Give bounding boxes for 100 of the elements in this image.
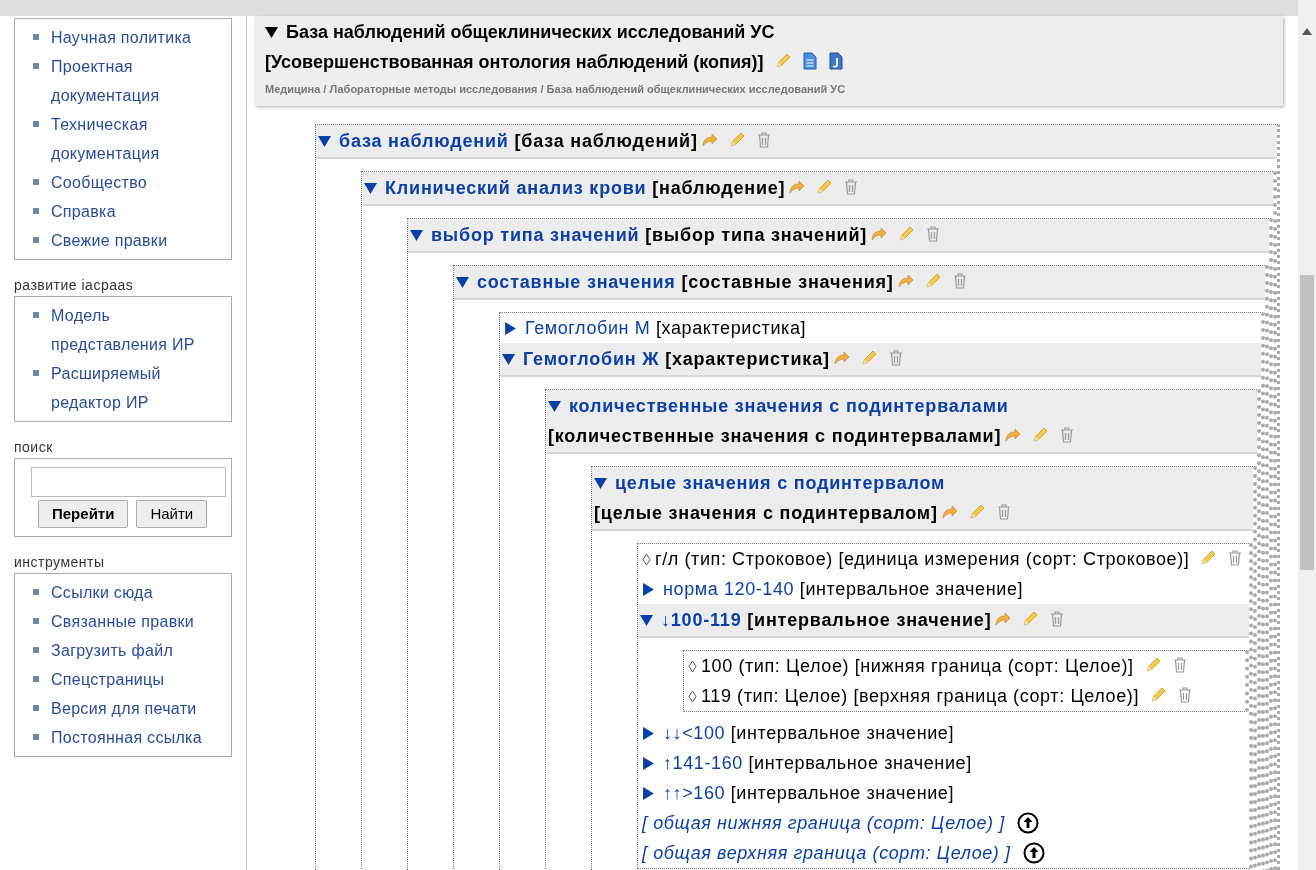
pencil-icon[interactable] — [815, 177, 834, 196]
bullet-icon — [33, 237, 39, 243]
bullet-icon — [33, 647, 39, 653]
up-arrow-circle-icon[interactable] — [1016, 811, 1039, 834]
reference-link[interactable]: [ общая нижняя граница (сорт: Целое) ] — [642, 812, 1005, 833]
expand-triangle-icon[interactable] — [504, 321, 517, 335]
pencil-icon[interactable] — [859, 348, 878, 367]
sidebar-link[interactable]: Спецстраницы — [51, 665, 165, 694]
node-link[interactable]: ↓100-119 — [661, 609, 742, 630]
node-link[interactable]: Гемоглобин Ж — [523, 348, 660, 369]
collapse-triangle-icon[interactable] — [548, 399, 561, 413]
document-icon[interactable] — [801, 52, 818, 70]
sidebar-link[interactable]: Расширяемый редактор ИР — [51, 359, 223, 417]
up-arrow-circle-icon[interactable] — [1022, 841, 1045, 864]
scroll-up-icon[interactable] — [1302, 27, 1312, 35]
trash-icon[interactable] — [843, 177, 860, 196]
collapse-triangle-icon[interactable] — [502, 352, 515, 366]
node-link[interactable]: ↑↑>160 — [663, 782, 726, 803]
pencil-icon[interactable] — [727, 130, 746, 149]
pencil-icon[interactable] — [1031, 425, 1050, 444]
node-type: [составные значения] — [681, 271, 894, 292]
node-link[interactable]: выбор типа значений — [431, 224, 640, 245]
sidebar-link[interactable]: Проектная документация — [51, 52, 223, 110]
trash-icon[interactable] — [1177, 685, 1194, 704]
node-link[interactable]: норма 120-140 — [663, 578, 795, 599]
bullet-icon — [33, 179, 39, 185]
node-link[interactable]: ↑141-160 — [663, 752, 743, 773]
collapse-triangle-icon[interactable] — [456, 275, 469, 289]
pencil-icon[interactable] — [773, 52, 792, 70]
node-type: [интервальное значение] — [748, 752, 972, 773]
node-link[interactable]: составные значения — [477, 271, 676, 292]
sidebar-link[interactable]: Модель представления ИР — [51, 301, 223, 359]
bullet-icon — [33, 370, 39, 376]
collapse-triangle-icon[interactable] — [640, 613, 653, 627]
trash-icon[interactable] — [1171, 655, 1188, 674]
bullet-icon — [33, 63, 39, 69]
bullet-icon — [33, 121, 39, 127]
sidebar-link[interactable]: Научная политика — [51, 23, 192, 52]
collapse-triangle-icon[interactable] — [318, 134, 331, 148]
expand-triangle-icon[interactable] — [642, 582, 655, 596]
bullet-icon — [33, 34, 39, 40]
collapse-triangle-icon[interactable] — [265, 26, 278, 39]
node-type: [интервальное значение] — [799, 578, 1024, 599]
trash-icon[interactable] — [1059, 425, 1076, 444]
sidebar-link[interactable]: Справка — [51, 197, 116, 226]
node-link[interactable]: Гемоглобин М — [525, 317, 651, 338]
pencil-icon[interactable] — [1021, 609, 1040, 628]
reference-link[interactable]: [ общая верхняя граница (сорт: Целое) ] — [642, 842, 1011, 863]
node-type: [интервальное значение] — [730, 782, 955, 803]
scrollbar-thumb[interactable] — [1300, 275, 1314, 570]
breadcrumb: Медицина / Лабораторные методы исследования / База наблюдений общеклинических исследований УС — [265, 82, 847, 97]
bullet-icon — [33, 208, 39, 214]
diamond-icon — [688, 659, 697, 673]
pencil-icon[interactable] — [967, 502, 986, 521]
pencil-icon[interactable] — [897, 224, 916, 243]
value-text: 119 (тип: Целое) [верхняя граница (сорт: Целое)] — [701, 685, 1140, 706]
j-document-icon[interactable] — [827, 52, 844, 70]
trash-icon[interactable] — [1227, 548, 1244, 567]
search-button[interactable]: Найти — [136, 500, 208, 528]
node-type: [выбор типа значений] — [645, 224, 868, 245]
trash-icon[interactable] — [755, 130, 772, 149]
page-title: База наблюдений общеклинических исследований УС — [286, 22, 775, 42]
pencil-icon[interactable] — [1199, 548, 1218, 567]
node-link[interactable]: Клинический анализ крови — [385, 177, 647, 198]
sidebar-link[interactable]: Версия для печати — [51, 694, 197, 723]
search-button[interactable]: Перейти — [38, 500, 129, 528]
pencil-icon[interactable] — [1143, 655, 1162, 674]
collapse-triangle-icon[interactable] — [594, 476, 607, 490]
scrollbar[interactable] — [1298, 0, 1316, 870]
sidebar-link[interactable]: Свежие правки — [51, 226, 168, 255]
node-type: [интервальное значение] — [730, 722, 955, 743]
node-type: [целые значения с подинтервалом] — [594, 502, 938, 523]
sidebar-link[interactable]: Постоянная ссылка — [51, 723, 202, 752]
node-type: [наблюдение] — [652, 177, 786, 198]
bullet-icon — [33, 676, 39, 682]
trash-icon[interactable] — [995, 502, 1012, 521]
collapse-triangle-icon[interactable] — [364, 181, 377, 195]
collapse-triangle-icon[interactable] — [410, 228, 423, 242]
sidebar-link[interactable]: Загрузить файл — [51, 636, 174, 665]
bullet-icon — [33, 589, 39, 595]
trash-icon[interactable] — [925, 224, 942, 243]
node-link[interactable]: количественные значения с подинтервалами — [569, 395, 1009, 416]
search-field[interactable] — [31, 467, 226, 497]
expand-triangle-icon[interactable] — [642, 786, 655, 800]
sidebar-link[interactable]: Ссылки сюда — [51, 578, 153, 607]
trash-icon[interactable] — [951, 271, 968, 290]
pencil-icon[interactable] — [923, 271, 942, 290]
bullet-icon — [33, 734, 39, 740]
sidebar-link[interactable]: Сообщество — [51, 168, 147, 197]
trash-icon[interactable] — [887, 348, 904, 367]
pencil-icon[interactable] — [1149, 685, 1168, 704]
trash-icon[interactable] — [1049, 609, 1066, 628]
node-link[interactable]: целые значения с подинтервалом — [615, 472, 946, 493]
page-title-type: [Усовершенствованная онтология наблюдений (копия)] — [265, 52, 764, 72]
node-link[interactable]: база наблюдений — [339, 130, 509, 151]
expand-triangle-icon[interactable] — [642, 726, 655, 740]
node-link[interactable]: ↓↓<100 — [663, 722, 726, 743]
expand-triangle-icon[interactable] — [642, 756, 655, 770]
sidebar-link[interactable]: Связанные правки — [51, 607, 194, 636]
sidebar-link[interactable]: Техническая документация — [51, 110, 223, 168]
